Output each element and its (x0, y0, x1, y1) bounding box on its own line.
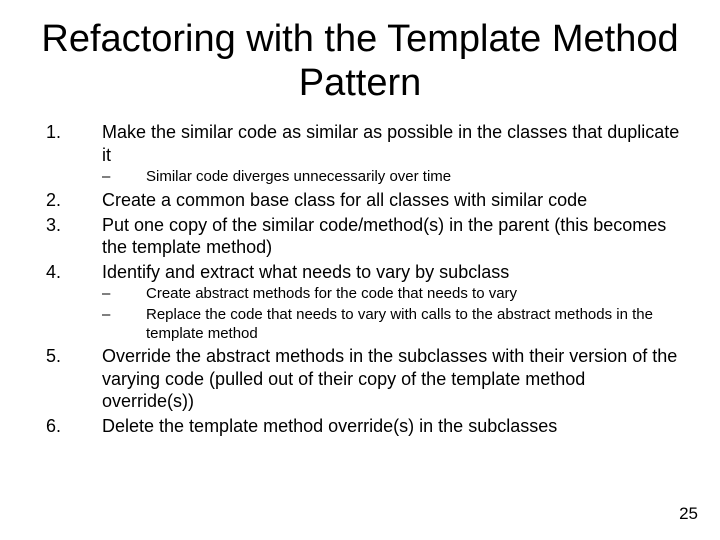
sub-list-item: – Replace the code that needs to vary wi… (96, 306, 680, 344)
sub-item-text: Replace the code that needs to vary with… (146, 306, 680, 344)
sub-list-item: – Similar code diverges unnecessarily ov… (96, 168, 680, 187)
item-number: 4. (40, 261, 102, 284)
list-item: 5. Override the abstract methods in the … (40, 345, 680, 413)
item-text: Delete the template method override(s) i… (102, 415, 680, 438)
item-text: Create a common base class for all class… (102, 189, 680, 212)
page-number: 25 (679, 504, 698, 524)
sub-list-item: – Create abstract methods for the code t… (96, 285, 680, 304)
item-number: 2. (40, 189, 102, 212)
item-text: Put one copy of the similar code/method(… (102, 214, 680, 259)
item-text: Make the similar code as similar as poss… (102, 121, 680, 166)
slide-body: 1. Make the similar code as similar as p… (40, 121, 680, 437)
bullet-dash-icon: – (96, 285, 146, 304)
item-text: Override the abstract methods in the sub… (102, 345, 680, 413)
item-number: 6. (40, 415, 102, 438)
list-item: 3. Put one copy of the similar code/meth… (40, 214, 680, 259)
sub-item-text: Similar code diverges unnecessarily over… (146, 168, 680, 187)
item-number: 3. (40, 214, 102, 259)
slide: Refactoring with the Template Method Pat… (0, 0, 720, 540)
item-text: Identify and extract what needs to vary … (102, 261, 680, 284)
bullet-dash-icon: – (96, 168, 146, 187)
item-number: 5. (40, 345, 102, 413)
list-item: 1. Make the similar code as similar as p… (40, 121, 680, 166)
list-item: 4. Identify and extract what needs to va… (40, 261, 680, 284)
bullet-dash-icon: – (96, 306, 146, 344)
sub-item-text: Create abstract methods for the code tha… (146, 285, 680, 304)
list-item: 2. Create a common base class for all cl… (40, 189, 680, 212)
list-item: 6. Delete the template method override(s… (40, 415, 680, 438)
item-number: 1. (40, 121, 102, 166)
slide-title: Refactoring with the Template Method Pat… (40, 18, 680, 105)
